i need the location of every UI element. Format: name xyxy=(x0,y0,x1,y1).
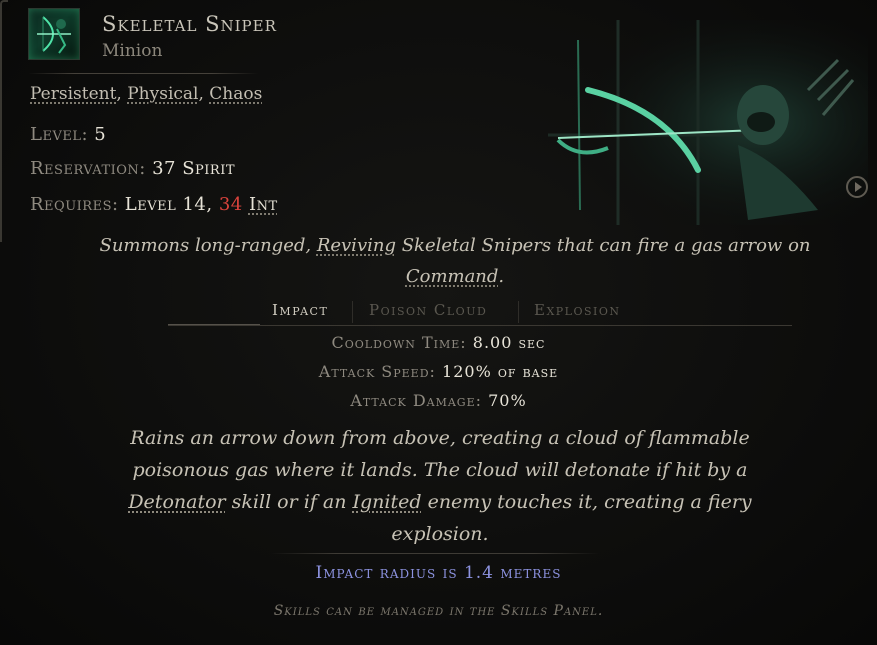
skill-tooltip: Skeletal Sniper Minion Persistent, Physi… xyxy=(0,0,877,645)
requirements-row: Requires: Level 14, 34 Int xyxy=(30,194,278,215)
requires-label: Requires: xyxy=(30,194,119,215)
stat-attack-speed: Attack Speed: 120% of base xyxy=(318,362,559,381)
tab-impact[interactable]: Impact xyxy=(272,301,328,319)
play-circle-icon[interactable] xyxy=(846,176,868,198)
effect-divider xyxy=(270,553,600,554)
tab-poison-cloud[interactable]: Poison Cloud xyxy=(369,301,487,319)
requires-level: Level 14, xyxy=(124,194,213,215)
tab-explosion[interactable]: Explosion xyxy=(534,301,621,319)
tab-indicator xyxy=(168,324,260,325)
skills-panel-hint: Skills can be managed in the Skills Pane… xyxy=(273,603,604,619)
level-value: 5 xyxy=(94,124,107,145)
level-label: Level: xyxy=(30,124,89,145)
tooltip-frame xyxy=(0,0,8,242)
stat-cooldown: Cooldown Time: 8.00 sec xyxy=(331,333,546,352)
header-divider xyxy=(28,73,258,74)
tab-divider xyxy=(352,301,353,323)
skill-description: Summons long-ranged, Reviving Skeletal S… xyxy=(99,235,811,287)
skeletal-sniper-gem-icon[interactable] xyxy=(28,8,80,60)
stat-attack-damage: Attack Damage: 70% xyxy=(350,391,527,410)
reservation-row: Reservation: 37 Spirit xyxy=(30,158,235,179)
tab-divider xyxy=(518,301,519,323)
requires-int-label[interactable]: Int xyxy=(249,194,278,215)
reservation-label: Reservation: xyxy=(30,158,146,179)
tag-persistent[interactable]: Persistent xyxy=(30,84,116,104)
requires-int-value: 34 xyxy=(218,194,243,215)
keyword-reviving[interactable]: Reviving xyxy=(317,235,396,256)
keyword-command[interactable]: Command xyxy=(406,266,499,287)
skill-tags: Persistent, Physical, Chaos xyxy=(30,84,263,104)
skill-artwork xyxy=(548,20,868,225)
reservation-value: 37 Spirit xyxy=(152,158,236,179)
tag-physical[interactable]: Physical xyxy=(127,84,198,104)
keyword-detonator[interactable]: Detonator xyxy=(128,491,225,513)
impact-radius: Impact radius is 1.4 metres xyxy=(315,563,562,583)
skill-name: Skeletal Sniper xyxy=(102,12,277,36)
level-row: Level: 5 xyxy=(30,124,106,145)
effect-tabs: Impact Poison Cloud Explosion xyxy=(168,297,792,326)
skill-type: Minion xyxy=(102,41,163,61)
tag-chaos[interactable]: Chaos xyxy=(209,84,262,104)
effect-description: Rains an arrow down from above, creating… xyxy=(128,427,752,545)
keyword-ignited[interactable]: Ignited xyxy=(353,491,422,513)
